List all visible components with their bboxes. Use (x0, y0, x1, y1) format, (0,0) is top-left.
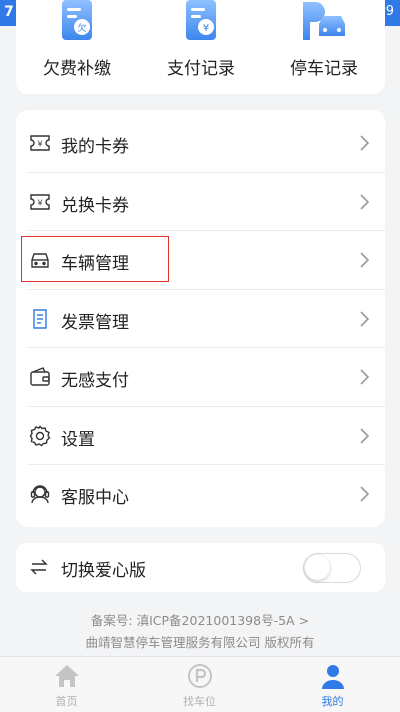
toggle-knob (305, 555, 330, 580)
customer-service-icon (28, 482, 52, 506)
exchange-coupon-icon: ¥ (28, 190, 52, 214)
menu-item-label: 发票管理 (61, 312, 129, 333)
payment-record-icon: ¥ (182, 0, 220, 46)
menu-item-exchange-coupon[interactable]: ¥ 兑换卡券 (16, 173, 385, 231)
care-mode-label: 切换爱心版 (61, 561, 146, 581)
chevron-right-icon (359, 251, 371, 269)
quick-action-label: 支付记录 (167, 59, 235, 79)
wallet-icon (28, 365, 52, 389)
settings-gear-icon (28, 424, 52, 448)
copyright-text: 曲靖智慧停车管理服务有限公司 版权所有 (85, 635, 315, 650)
coupon-icon: ¥ (28, 131, 52, 155)
menu-item-label: 兑换卡券 (61, 195, 129, 216)
menu-item-label: 无感支付 (61, 371, 129, 391)
home-icon (53, 662, 81, 694)
menu-item-frictionless-payment[interactable]: 无感支付 (16, 348, 385, 407)
status-bar-left-text: 7 (4, 4, 14, 20)
svg-text:¥: ¥ (37, 140, 42, 149)
user-icon (319, 662, 347, 694)
menu-item-my-coupons[interactable]: ¥ 我的卡券 (16, 114, 385, 173)
status-bar-right-text: 9 (385, 4, 394, 19)
chevron-right-icon (359, 193, 371, 211)
menu-item-label: 客服中心 (61, 488, 129, 508)
tab-label: 找车位 (183, 695, 216, 708)
invoice-icon (28, 307, 52, 331)
tab-label: 我的 (321, 695, 344, 708)
tab-find-parking[interactable]: 找车位 (133, 657, 266, 712)
chevron-right-icon (359, 134, 371, 152)
quick-actions-card: 欠 欠费补缴 ¥ 支付记录 停车记录 (16, 0, 385, 94)
chevron-right-icon (359, 368, 371, 386)
arrears-document-icon: 欠 (58, 0, 96, 46)
chevron-right-icon (359, 485, 371, 503)
parking-car-icon (299, 0, 349, 46)
svg-text:¥: ¥ (203, 23, 209, 34)
svg-text:¥: ¥ (37, 198, 42, 207)
svg-text:欠: 欠 (77, 22, 86, 34)
menu-item-customer-service[interactable]: 客服中心 (16, 465, 385, 524)
chevron-right-icon (359, 427, 371, 445)
icp-record-link[interactable]: 备案号: 滇ICP备2021001398号-5A > (0, 610, 400, 629)
chevron-right-icon (359, 310, 371, 328)
menu-item-vehicle-management[interactable]: 车辆管理 (16, 231, 385, 290)
quick-action-label: 欠费补缴 (43, 59, 111, 79)
car-icon (28, 248, 52, 272)
care-mode-toggle[interactable] (303, 553, 361, 583)
tab-home[interactable]: 首页 (0, 657, 133, 712)
menu-item-invoice-management[interactable]: 发票管理 (16, 290, 385, 348)
switch-arrows-icon (30, 557, 48, 581)
menu-card: ¥ 我的卡券 ¥ 兑换卡券 车辆管理 发票管理 无感支付 设置 客服中心 (16, 110, 385, 527)
menu-item-label: 我的卡券 (61, 137, 129, 157)
tab-label: 首页 (55, 695, 78, 708)
care-mode-card: 切换爱心版 (16, 543, 385, 592)
quick-action-label: 停车记录 (290, 59, 358, 79)
menu-item-label: 设置 (61, 429, 95, 450)
parking-p-icon (186, 662, 214, 694)
tab-mine[interactable]: 我的 (266, 657, 399, 712)
menu-item-label: 车辆管理 (61, 254, 129, 274)
bottom-tab-bar: 首页 找车位 我的 (0, 656, 400, 712)
menu-item-settings[interactable]: 设置 (16, 407, 385, 465)
